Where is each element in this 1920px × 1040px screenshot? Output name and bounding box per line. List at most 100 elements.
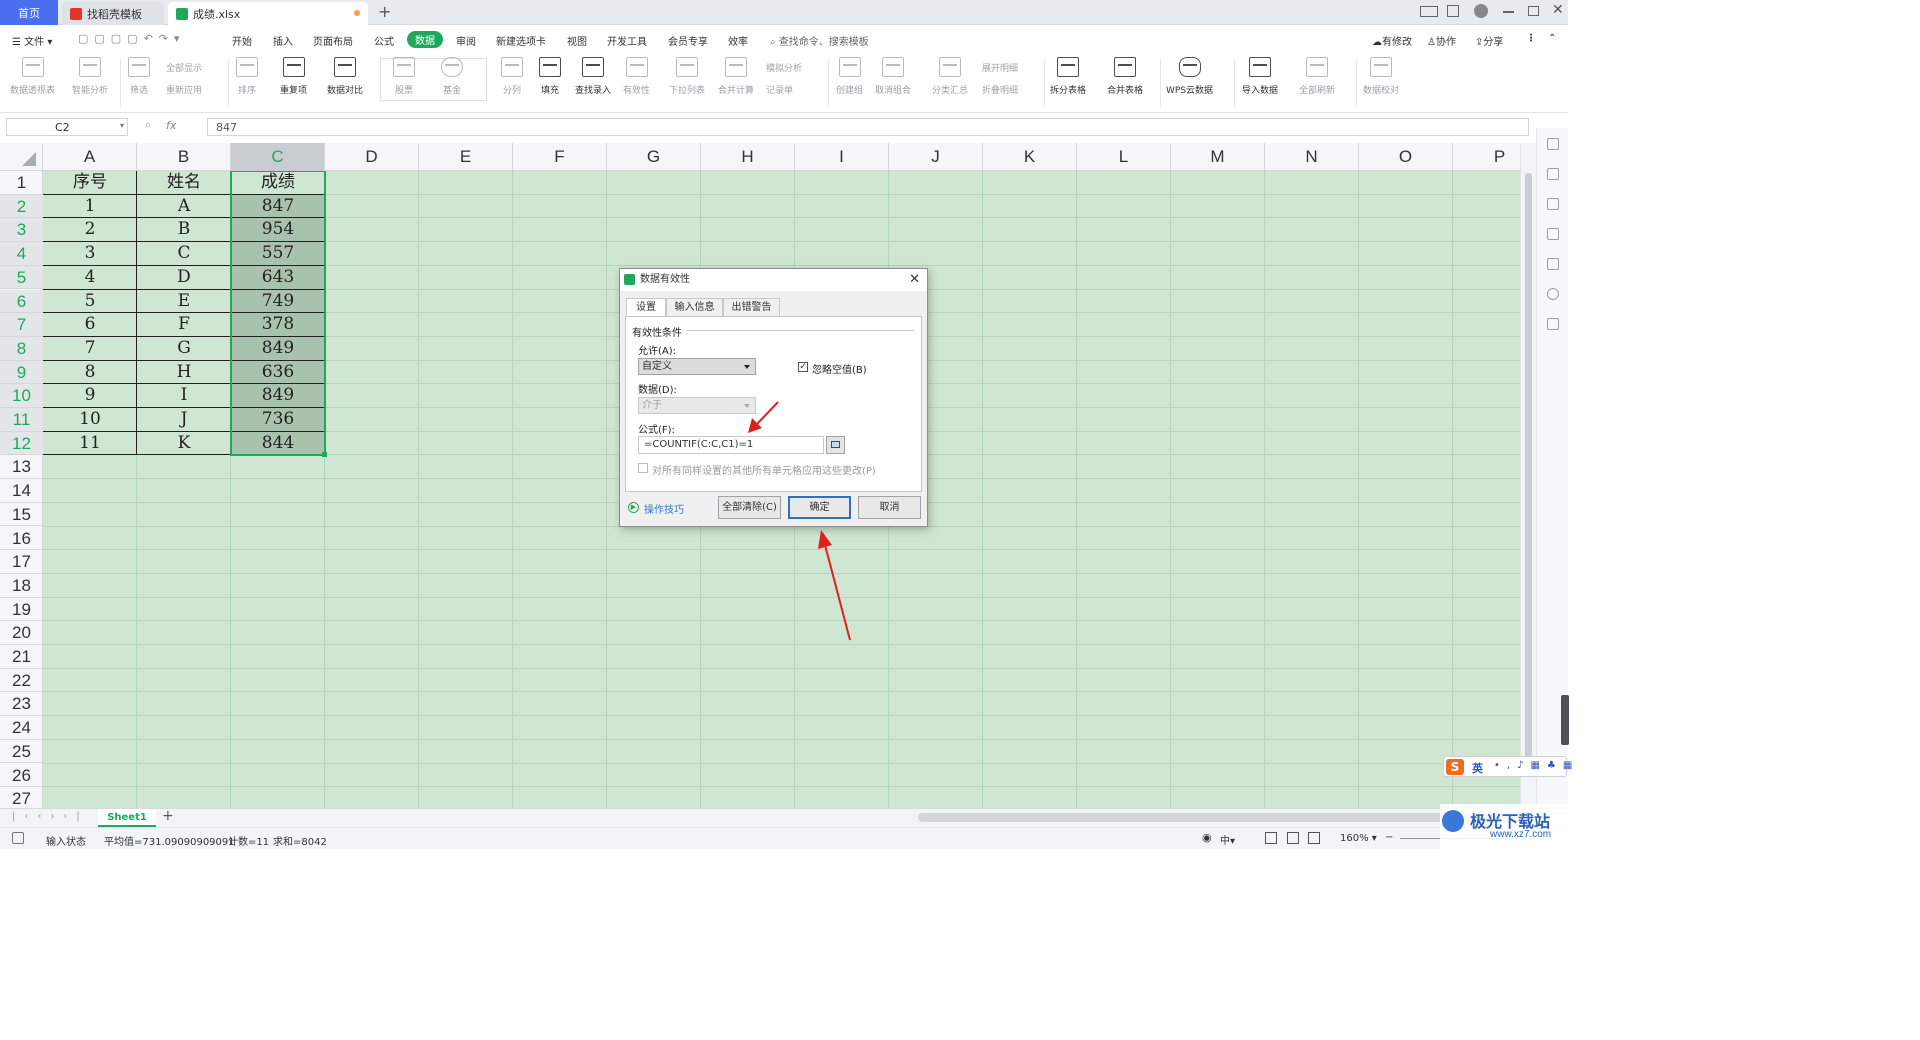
play-tips-icon[interactable]: ▶ [628, 502, 639, 513]
expand-detail-button[interactable]: 展开明细 [982, 61, 1018, 74]
fund-button[interactable]: 基金 [441, 57, 463, 96]
row-header-17[interactable]: 17 [0, 550, 43, 574]
menu-insert[interactable]: 插入 [273, 33, 293, 48]
stock-button[interactable]: 股票 [393, 57, 415, 96]
wps-cloud-data-button[interactable]: WPS云数据 [1166, 57, 1213, 96]
command-search[interactable]: ⌕ 查找命令、搜索模板 [770, 33, 869, 48]
tab-home[interactable]: 首页 [0, 0, 58, 25]
page-break-view-icon[interactable] [1308, 832, 1320, 844]
column-header-d[interactable]: D [325, 143, 419, 171]
file-menu[interactable]: ☰ 文件 ▾ [12, 33, 52, 48]
row-header-7[interactable]: 7 [0, 313, 43, 337]
sheet-tab[interactable]: Sheet1 [98, 809, 156, 827]
select-cursor-icon[interactable] [1547, 168, 1559, 180]
sort-button[interactable]: 排序 [236, 57, 258, 96]
restore-icon[interactable] [1528, 6, 1539, 16]
row-header-12[interactable]: 12 [0, 431, 43, 456]
fill-handle[interactable] [322, 452, 327, 458]
normal-view-icon[interactable] [1265, 832, 1277, 844]
column-header-f[interactable]: F [513, 143, 607, 171]
table-cell[interactable]: 8 [43, 361, 137, 385]
eye-protect-icon[interactable]: ◉ [1202, 831, 1212, 844]
dropdown-list-button[interactable]: 下拉列表 [669, 57, 705, 96]
table-cell[interactable]: 10 [43, 408, 137, 432]
fx-icon[interactable]: fx [166, 119, 176, 132]
close-window-icon[interactable]: ✕ [1552, 2, 1564, 18]
table-cell[interactable]: G [137, 337, 231, 361]
new-tab-button[interactable]: + [378, 2, 391, 21]
menu-review[interactable]: 审阅 [456, 33, 476, 48]
row-header-4[interactable]: 4 [0, 242, 43, 266]
row-header-23[interactable]: 23 [0, 692, 43, 717]
tab-settings[interactable]: 设置 [626, 298, 666, 317]
menu-formula[interactable]: 公式 [374, 33, 394, 48]
cancel-button[interactable]: 取消 [858, 496, 921, 519]
table-cell[interactable]: 5 [43, 290, 137, 314]
select-all-corner[interactable] [0, 143, 43, 171]
row-header-22[interactable]: 22 [0, 669, 43, 693]
ime-language[interactable]: 英 [1472, 760, 1483, 776]
table-cell[interactable]: C [137, 242, 231, 266]
row-header-5[interactable]: 5 [0, 265, 43, 290]
collapse-detail-button[interactable]: 折叠明细 [982, 83, 1018, 96]
row-header-15[interactable]: 15 [0, 503, 43, 527]
macro-record-icon[interactable] [12, 832, 24, 844]
row-header-18[interactable]: 18 [0, 574, 43, 598]
column-header-p[interactable]: P [1453, 143, 1520, 171]
table-header-cell[interactable]: 序号 [43, 171, 137, 195]
menu-view[interactable]: 视图 [567, 33, 587, 48]
import-data-button[interactable]: 导入数据 [1242, 57, 1278, 96]
location-icon[interactable] [1547, 288, 1559, 300]
column-header-k[interactable]: K [983, 143, 1077, 171]
table-header-cell[interactable]: 姓名 [137, 171, 231, 195]
ignore-blank-checkbox[interactable]: ✓ [798, 362, 808, 372]
validation-button[interactable]: 有效性 [623, 57, 650, 96]
name-box[interactable]: C2 ▾ [6, 118, 128, 136]
table-cell[interactable]: J [137, 408, 231, 432]
lookup-entry-button[interactable]: 查找录入 [575, 57, 611, 96]
table-cell[interactable]: 7 [43, 337, 137, 361]
menu-new-tab[interactable]: 新建选项卡 [496, 33, 546, 48]
data-compare-button[interactable]: 数据对比 [327, 57, 363, 96]
column-header-h[interactable]: H [701, 143, 795, 171]
row-header-6[interactable]: 6 [0, 289, 43, 314]
table-cell[interactable]: H [137, 361, 231, 385]
ime-mode-button[interactable]: 中▾ [1220, 832, 1235, 847]
book-icon[interactable] [1547, 318, 1559, 330]
reapply-button[interactable]: 重新应用 [166, 83, 202, 96]
table-cell[interactable]: A [137, 195, 231, 219]
clear-all-button[interactable]: 全部清除(C) [718, 496, 781, 519]
menu-dev-tools[interactable]: 开发工具 [607, 33, 647, 48]
table-cell[interactable]: B [137, 218, 231, 242]
tips-link[interactable]: 操作技巧 [644, 501, 684, 516]
row-header-21[interactable]: 21 [0, 645, 43, 669]
tab-error-alert[interactable]: 出错警告 [723, 298, 780, 316]
row-header-14[interactable]: 14 [0, 479, 43, 503]
show-all-button[interactable]: 全部显示 [166, 61, 202, 74]
zoom-out-icon[interactable]: − [1385, 832, 1393, 843]
row-header-10[interactable]: 10 [0, 384, 43, 408]
minimize-icon[interactable] [1503, 11, 1514, 13]
formula-input[interactable]: 847 [207, 118, 1529, 136]
consolidate-button[interactable]: 合并计算 [718, 57, 754, 96]
zoom-level[interactable]: 160% ▾ [1340, 833, 1377, 844]
column-header-i[interactable]: I [795, 143, 889, 171]
row-header-1[interactable]: 1 [0, 171, 43, 195]
column-header-b[interactable]: B [137, 143, 231, 171]
formula-field[interactable]: =COUNTIF(C:C,C1)=1 [638, 436, 824, 454]
row-header-3[interactable]: 3 [0, 218, 43, 243]
ok-button[interactable]: 确定 [788, 496, 851, 519]
column-header-j[interactable]: J [889, 143, 983, 171]
add-sheet-icon[interactable]: + [162, 808, 174, 824]
text-to-columns-button[interactable]: 分列 [501, 57, 523, 96]
pivot-table-button[interactable]: 数据透视表 [10, 57, 55, 96]
row-header-16[interactable]: 16 [0, 527, 43, 551]
merge-table-button[interactable]: 合并表格 [1107, 57, 1143, 96]
group-button[interactable]: 创建组 [836, 57, 863, 96]
column-header-g[interactable]: G [607, 143, 701, 171]
table-cell[interactable]: 6 [43, 313, 137, 337]
settings-sliders-icon[interactable] [1547, 198, 1559, 210]
layout-icon[interactable] [1420, 6, 1438, 17]
row-header-19[interactable]: 19 [0, 598, 43, 622]
scrollbar-thumb[interactable] [1525, 173, 1532, 773]
